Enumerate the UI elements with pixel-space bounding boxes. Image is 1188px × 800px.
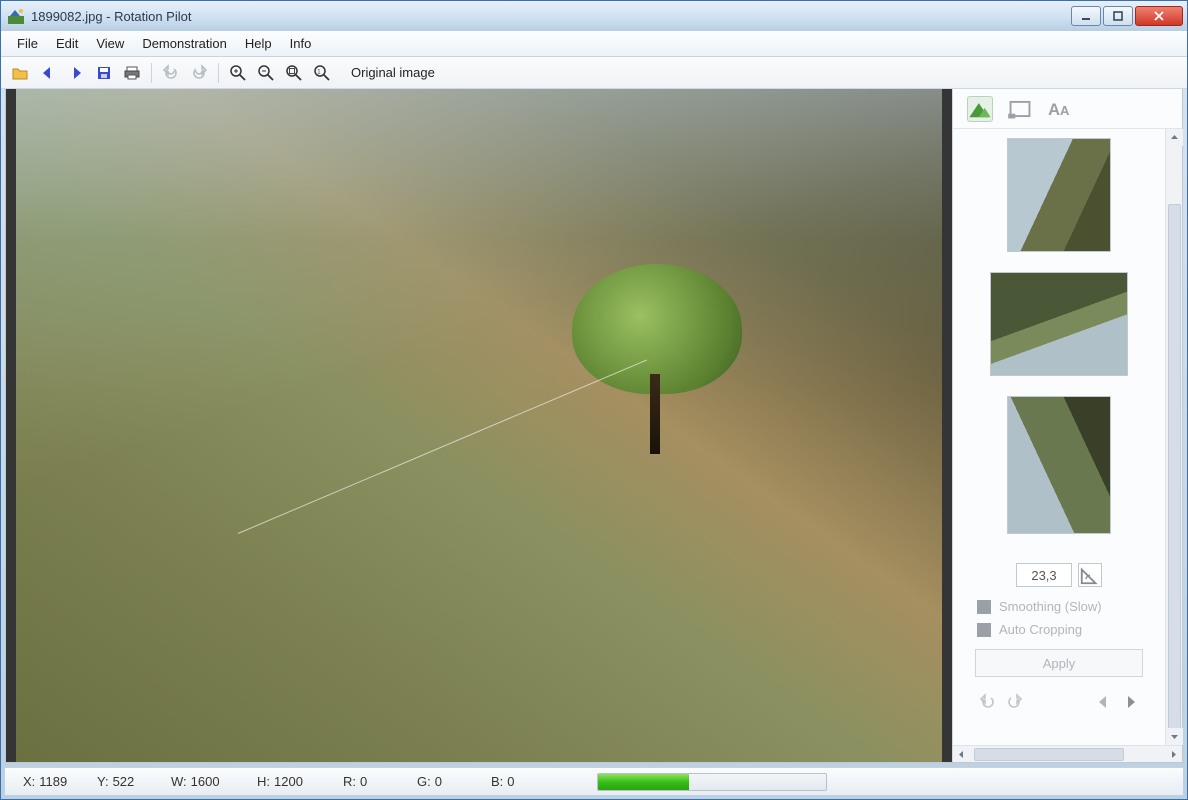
side-horizontal-scrollbar[interactable] xyxy=(953,745,1182,762)
statusbar: X:1189 Y:522 W:1600 H:1200 R:0 G:0 B:0 xyxy=(5,767,1183,795)
side-nav-row xyxy=(975,677,1143,711)
zoom-actual-button[interactable]: 1 xyxy=(311,62,333,84)
autocrop-checkbox-row[interactable]: Auto Cropping xyxy=(975,622,1143,637)
angle-tool-icon xyxy=(1079,564,1101,586)
undo-small-button[interactable] xyxy=(979,693,997,711)
svg-text:A: A xyxy=(1048,99,1060,118)
toolbar-separator xyxy=(151,63,152,83)
menu-info[interactable]: Info xyxy=(282,34,320,53)
window-frame: 1899082.jpg - Rotation Pilot File Edit V… xyxy=(0,0,1188,800)
undo-button[interactable] xyxy=(160,62,182,84)
print-button[interactable] xyxy=(121,62,143,84)
checkbox-icon xyxy=(977,623,991,637)
scroll-right-arrow-icon[interactable] xyxy=(1165,746,1182,763)
menu-edit[interactable]: Edit xyxy=(48,34,86,53)
svg-text:1: 1 xyxy=(317,69,321,75)
app-icon xyxy=(7,7,25,25)
text-aa-icon: AA xyxy=(1047,96,1073,122)
status-x: X:1189 xyxy=(15,774,89,789)
toolbar-separator xyxy=(218,63,219,83)
side-panel-body: Smoothing (Slow) Auto Cropping Apply xyxy=(953,129,1182,745)
nav-next-button[interactable] xyxy=(1121,693,1139,711)
tab-rotate[interactable] xyxy=(967,96,993,122)
minimize-button[interactable] xyxy=(1071,6,1101,26)
status-g: G:0 xyxy=(409,774,483,789)
status-r: R:0 xyxy=(335,774,409,789)
side-panel-content: Smoothing (Slow) Auto Cropping Apply xyxy=(953,129,1165,745)
maximize-button[interactable] xyxy=(1103,6,1133,26)
tree-graphic xyxy=(572,264,742,454)
toolbar: 1 Original image xyxy=(1,57,1187,89)
tab-text[interactable]: AA xyxy=(1047,96,1073,122)
angle-input[interactable] xyxy=(1016,563,1072,587)
zoom-in-button[interactable] xyxy=(227,62,249,84)
window-buttons xyxy=(1071,6,1183,26)
scroll-thumb[interactable] xyxy=(1168,204,1181,744)
save-button[interactable] xyxy=(93,62,115,84)
scroll-left-arrow-icon[interactable] xyxy=(953,746,970,763)
rotation-controls: Smoothing (Slow) Auto Cropping Apply xyxy=(961,555,1157,711)
status-h: H:1200 xyxy=(249,774,335,789)
zoom-fit-button[interactable] xyxy=(283,62,305,84)
svg-text:A: A xyxy=(1060,102,1070,117)
smoothing-checkbox-row[interactable]: Smoothing (Slow) xyxy=(975,599,1143,614)
menu-demonstration[interactable]: Demonstration xyxy=(134,34,235,53)
next-button[interactable] xyxy=(65,62,87,84)
scroll-up-arrow-icon[interactable] xyxy=(1166,129,1183,146)
frame-icon xyxy=(1007,96,1033,122)
smoothing-label: Smoothing (Slow) xyxy=(999,599,1102,614)
status-w: W:1600 xyxy=(163,774,249,789)
client-area: AA xyxy=(5,89,1183,763)
status-b: B:0 xyxy=(483,774,557,789)
apply-button[interactable]: Apply xyxy=(975,649,1143,677)
landscape-rotate-icon xyxy=(967,96,993,122)
close-button[interactable] xyxy=(1135,6,1183,26)
redo-button[interactable] xyxy=(188,62,210,84)
side-vertical-scrollbar[interactable] xyxy=(1165,129,1182,745)
zoom-out-button[interactable] xyxy=(255,62,277,84)
rotation-preview-3[interactable] xyxy=(1008,397,1110,533)
image-canvas[interactable] xyxy=(6,89,952,762)
prev-button[interactable] xyxy=(37,62,59,84)
rotation-preview-2[interactable] xyxy=(991,273,1127,375)
nav-prev-button[interactable] xyxy=(1095,693,1113,711)
status-y: Y:522 xyxy=(89,774,163,789)
progress-fill xyxy=(598,774,689,790)
autocrop-label: Auto Cropping xyxy=(999,622,1082,637)
side-panel: AA xyxy=(952,89,1182,762)
menu-help[interactable]: Help xyxy=(237,34,280,53)
zoom-mode-label[interactable]: Original image xyxy=(345,63,441,82)
main-image xyxy=(16,89,942,762)
menubar: File Edit View Demonstration Help Info xyxy=(1,31,1187,57)
open-file-button[interactable] xyxy=(9,62,31,84)
menu-file[interactable]: File xyxy=(9,34,46,53)
menu-view[interactable]: View xyxy=(88,34,132,53)
side-panel-tabs: AA xyxy=(953,89,1182,129)
scroll-down-arrow-icon[interactable] xyxy=(1166,728,1183,745)
angle-reset-button[interactable] xyxy=(1078,563,1102,587)
redo-small-button[interactable] xyxy=(1005,693,1023,711)
scroll-thumb[interactable] xyxy=(974,748,1124,761)
checkbox-icon xyxy=(977,600,991,614)
window-title: 1899082.jpg - Rotation Pilot xyxy=(31,9,1071,24)
progress-bar xyxy=(597,773,827,791)
tab-crop[interactable] xyxy=(1007,96,1033,122)
titlebar[interactable]: 1899082.jpg - Rotation Pilot xyxy=(1,1,1187,31)
rotation-preview-1[interactable] xyxy=(1008,139,1110,251)
